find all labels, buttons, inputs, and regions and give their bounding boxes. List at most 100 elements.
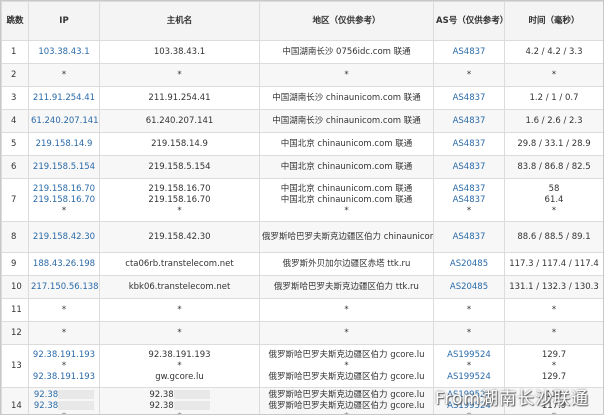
- ip-value[interactable]: 103.38.43.1: [31, 47, 97, 58]
- host-value: *: [177, 327, 182, 338]
- ip-value[interactable]: 188.43.26.198: [31, 259, 97, 270]
- hostname-cell: 103.38.43.1: [99, 40, 260, 64]
- ip-cell: 188.43.26.198: [28, 252, 100, 276]
- host-value: kbk06.transtelecom.net: [128, 281, 231, 292]
- ip-value[interactable]: 219.158.5.154: [31, 162, 97, 173]
- host-value: 219.158.14.9: [151, 138, 208, 149]
- as-value[interactable]: AS4837: [436, 139, 502, 150]
- time-value: *: [551, 69, 557, 80]
- as-value[interactable]: AS4837: [436, 116, 502, 127]
- time-value: 88.6 / 88.5 / 89.1: [517, 231, 591, 242]
- hostname-cell: 219.158.42.30: [99, 221, 260, 253]
- table-row: 9 188.43.26.198 cta06rb.transtelecom.net 俄罗…: [1, 252, 603, 276]
- ip-cell: 61.240.207.141: [28, 109, 100, 133]
- as-value[interactable]: AS4837: [436, 232, 502, 243]
- ip-value[interactable]: 219.158.16.70: [31, 195, 97, 206]
- as-value[interactable]: AS199524: [436, 372, 502, 383]
- ip-value[interactable]: 61.240.207.141: [31, 116, 99, 127]
- region-value: 中国北京 chinaunicom.com 联通: [280, 161, 413, 172]
- hop-number: 5: [1, 132, 29, 156]
- header-as: AS号（仅供参考）: [433, 1, 505, 41]
- region-value: *: [344, 360, 349, 371]
- host-value: 92.38: [102, 400, 257, 412]
- ip-value-text: 92.38: [33, 400, 59, 411]
- as-value[interactable]: AS4837: [436, 195, 502, 206]
- ip-value: *: [61, 205, 67, 216]
- ip-value: *: [61, 327, 67, 338]
- as-cell: AS4837: [433, 221, 505, 253]
- header-hop: 跳数: [1, 1, 29, 41]
- time-value: 131.1 / 132.3 / 130.3: [509, 281, 599, 292]
- as-value: *: [466, 69, 472, 80]
- time-value: 129.7: [541, 349, 567, 360]
- redacted-block: [173, 400, 210, 410]
- region-value: 俄罗斯哈巴罗夫斯克边疆区伯力 chinaunicom.com 联通: [262, 231, 433, 242]
- region-value: *: [262, 412, 431, 415]
- ip-value[interactable]: 211.91.254.41: [31, 93, 97, 104]
- host-value: 92.38.191.193: [148, 349, 211, 360]
- hop-number: 12: [1, 321, 29, 345]
- time-value: *: [551, 360, 557, 371]
- host-value: 61.240.207.141: [145, 115, 214, 126]
- ip-value[interactable]: 219.158.42.30: [31, 232, 97, 243]
- ip-value[interactable]: 92.38.191.193: [31, 372, 97, 383]
- as-value[interactable]: AS4837: [436, 184, 502, 195]
- hop-number: 4: [1, 109, 29, 133]
- hostname-cell: 211.91.254.41: [99, 86, 260, 110]
- region-cell: 俄罗斯哈巴罗夫斯克边疆区伯力 gcore.lu * 俄罗斯哈巴罗夫斯克边疆区伯力 g…: [259, 344, 434, 388]
- ip-value[interactable]: 92.38.191.193: [31, 350, 97, 361]
- time-value: 129.7: [541, 371, 567, 382]
- redacted-block: [58, 389, 95, 399]
- hop-number: 2: [1, 63, 29, 87]
- ip-value: *: [61, 69, 67, 80]
- host-value: 92.38: [102, 389, 257, 401]
- as-value[interactable]: AS20485: [436, 259, 502, 270]
- hop-number: 3: [1, 86, 29, 110]
- hostname-cell: *: [99, 298, 260, 322]
- ip-value[interactable]: 219.158.16.70: [31, 184, 97, 195]
- as-value[interactable]: AS4837: [436, 93, 502, 104]
- region-value: 中国湖南长沙 chinaunicom.com 联通: [272, 115, 421, 126]
- host-value: 211.91.254.41: [148, 92, 211, 103]
- region-value: *: [344, 304, 349, 315]
- as-cell: *: [433, 321, 505, 345]
- region-value: 中国湖南长沙 0756idc.com 联通: [282, 46, 411, 57]
- watermark-text: From湖南长沙联通: [434, 389, 589, 409]
- time-cell: *: [504, 298, 603, 322]
- time-value: 58: [548, 183, 560, 194]
- table-row: 8 219.158.42.30 219.158.42.30 俄罗斯哈巴罗夫斯克边疆区伯…: [1, 221, 603, 253]
- table-row: 13 92.38.191.193 * 92.38.191.193 92.38.191.1…: [1, 344, 603, 388]
- as-value[interactable]: AS199524: [436, 350, 502, 361]
- time-cell: 131.1 / 132.3 / 130.3: [504, 275, 603, 299]
- redacted-block: [58, 400, 95, 410]
- ip-value[interactable]: 92.38: [31, 400, 97, 412]
- hop-number: 11: [1, 298, 29, 322]
- as-value: *: [466, 304, 472, 315]
- as-cell: AS4837 AS4837 *: [433, 178, 505, 222]
- region-value: 俄罗斯哈巴罗夫斯克边疆区伯力 gcore.lu: [268, 371, 425, 382]
- host-value-text: 92.38: [149, 389, 174, 400]
- region-cell: 中国北京 chinaunicom.com 联通 中国北京 chinaunicom.…: [259, 178, 434, 222]
- as-value[interactable]: AS4837: [436, 47, 502, 58]
- ip-value[interactable]: 217.150.56.138: [31, 282, 99, 293]
- time-value: 29.8 / 33.1 / 28.9: [517, 138, 591, 149]
- region-value: *: [344, 69, 349, 80]
- host-value-text: 92.38: [149, 400, 174, 411]
- hop-number: 7: [1, 178, 29, 222]
- region-value: 俄罗斯哈巴罗夫斯克边疆区伯力 gcore.lu: [268, 400, 425, 411]
- ip-value[interactable]: 92.38: [31, 389, 97, 401]
- table-row: 1 103.38.43.1 103.38.43.1 中国湖南长沙 0756idc.co…: [1, 40, 603, 64]
- region-value: 中国北京 chinaunicom.com 联通: [280, 194, 413, 205]
- as-cell: AS4837: [433, 86, 505, 110]
- hostname-cell: 61.240.207.141: [99, 109, 260, 133]
- as-value[interactable]: AS4837: [436, 162, 502, 173]
- region-cell: 俄罗斯哈巴罗夫斯克边疆区伯力 ttk.ru: [259, 275, 434, 299]
- as-value: *: [466, 327, 472, 338]
- ip-value[interactable]: 219.158.14.9: [31, 139, 97, 150]
- time-cell: 4.2 / 4.2 / 3.3: [504, 40, 603, 64]
- ip-cell: 219.158.16.70 219.158.16.70 *: [28, 178, 100, 222]
- as-value[interactable]: AS20485: [436, 282, 502, 293]
- region-value: 俄罗斯外贝加尔边疆区赤塔 ttk.ru: [282, 258, 411, 269]
- time-cell: 1.6 / 2.6 / 2.3: [504, 109, 603, 133]
- region-value: 俄罗斯哈巴罗夫斯克边疆区伯力 ttk.ru: [274, 281, 419, 292]
